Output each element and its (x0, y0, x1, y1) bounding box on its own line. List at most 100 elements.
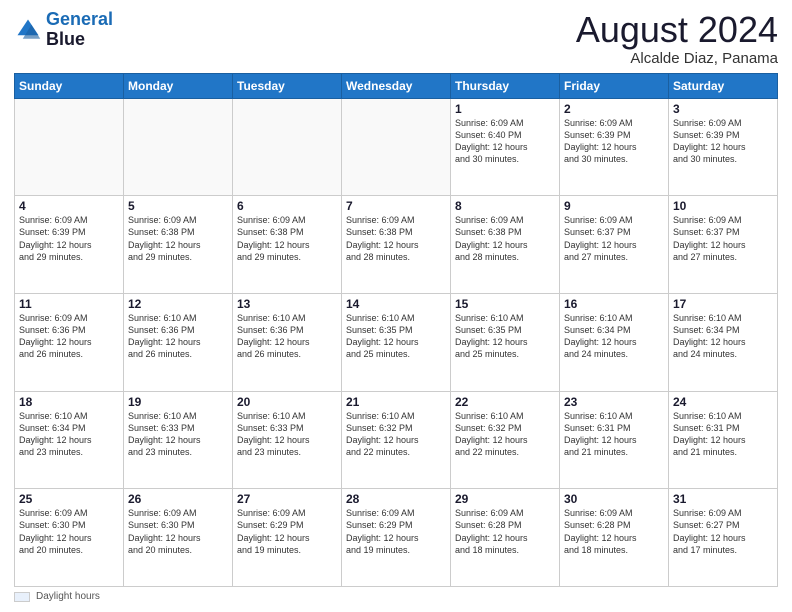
day-info: Sunrise: 6:09 AM Sunset: 6:38 PM Dayligh… (128, 214, 228, 263)
day-info: Sunrise: 6:10 AM Sunset: 6:35 PM Dayligh… (455, 312, 555, 361)
week-row-2: 11Sunrise: 6:09 AM Sunset: 6:36 PM Dayli… (15, 293, 778, 391)
day-info: Sunrise: 6:10 AM Sunset: 6:34 PM Dayligh… (19, 410, 119, 459)
day-info: Sunrise: 6:09 AM Sunset: 6:38 PM Dayligh… (455, 214, 555, 263)
calendar-cell: 17Sunrise: 6:10 AM Sunset: 6:34 PM Dayli… (669, 293, 778, 391)
col-header-sunday: Sunday (15, 73, 124, 98)
day-number: 24 (673, 395, 773, 409)
calendar-cell: 1Sunrise: 6:09 AM Sunset: 6:40 PM Daylig… (451, 98, 560, 196)
day-info: Sunrise: 6:10 AM Sunset: 6:36 PM Dayligh… (237, 312, 337, 361)
day-info: Sunrise: 6:10 AM Sunset: 6:36 PM Dayligh… (128, 312, 228, 361)
day-number: 11 (19, 297, 119, 311)
day-number: 1 (455, 102, 555, 116)
logo: General Blue (14, 10, 113, 50)
day-number: 7 (346, 199, 446, 213)
day-info: Sunrise: 6:10 AM Sunset: 6:31 PM Dayligh… (673, 410, 773, 459)
page: General Blue August 2024 Alcalde Diaz, P… (0, 0, 792, 612)
calendar-cell: 23Sunrise: 6:10 AM Sunset: 6:31 PM Dayli… (560, 391, 669, 489)
day-number: 21 (346, 395, 446, 409)
calendar-cell: 3Sunrise: 6:09 AM Sunset: 6:39 PM Daylig… (669, 98, 778, 196)
calendar-cell: 18Sunrise: 6:10 AM Sunset: 6:34 PM Dayli… (15, 391, 124, 489)
calendar-cell: 21Sunrise: 6:10 AM Sunset: 6:32 PM Dayli… (342, 391, 451, 489)
calendar-cell: 28Sunrise: 6:09 AM Sunset: 6:29 PM Dayli… (342, 489, 451, 587)
calendar-cell: 22Sunrise: 6:10 AM Sunset: 6:32 PM Dayli… (451, 391, 560, 489)
day-number: 29 (455, 492, 555, 506)
calendar-cell: 25Sunrise: 6:09 AM Sunset: 6:30 PM Dayli… (15, 489, 124, 587)
day-number: 26 (128, 492, 228, 506)
day-number: 28 (346, 492, 446, 506)
day-info: Sunrise: 6:09 AM Sunset: 6:28 PM Dayligh… (564, 507, 664, 556)
day-number: 10 (673, 199, 773, 213)
calendar-cell (233, 98, 342, 196)
logo-icon (14, 16, 42, 44)
day-info: Sunrise: 6:10 AM Sunset: 6:32 PM Dayligh… (346, 410, 446, 459)
day-info: Sunrise: 6:09 AM Sunset: 6:30 PM Dayligh… (19, 507, 119, 556)
day-info: Sunrise: 6:09 AM Sunset: 6:37 PM Dayligh… (564, 214, 664, 263)
day-number: 13 (237, 297, 337, 311)
day-info: Sunrise: 6:10 AM Sunset: 6:31 PM Dayligh… (564, 410, 664, 459)
day-number: 17 (673, 297, 773, 311)
day-number: 12 (128, 297, 228, 311)
col-header-friday: Friday (560, 73, 669, 98)
day-number: 16 (564, 297, 664, 311)
day-info: Sunrise: 6:09 AM Sunset: 6:29 PM Dayligh… (346, 507, 446, 556)
day-info: Sunrise: 6:09 AM Sunset: 6:30 PM Dayligh… (128, 507, 228, 556)
day-number: 15 (455, 297, 555, 311)
day-number: 4 (19, 199, 119, 213)
calendar-table: SundayMondayTuesdayWednesdayThursdayFrid… (14, 73, 778, 587)
week-row-1: 4Sunrise: 6:09 AM Sunset: 6:39 PM Daylig… (15, 196, 778, 294)
calendar-cell: 15Sunrise: 6:10 AM Sunset: 6:35 PM Dayli… (451, 293, 560, 391)
day-number: 14 (346, 297, 446, 311)
calendar-cell: 7Sunrise: 6:09 AM Sunset: 6:38 PM Daylig… (342, 196, 451, 294)
calendar-header-row: SundayMondayTuesdayWednesdayThursdayFrid… (15, 73, 778, 98)
day-info: Sunrise: 6:09 AM Sunset: 6:28 PM Dayligh… (455, 507, 555, 556)
calendar-cell: 8Sunrise: 6:09 AM Sunset: 6:38 PM Daylig… (451, 196, 560, 294)
calendar-cell: 31Sunrise: 6:09 AM Sunset: 6:27 PM Dayli… (669, 489, 778, 587)
day-info: Sunrise: 6:10 AM Sunset: 6:34 PM Dayligh… (673, 312, 773, 361)
col-header-tuesday: Tuesday (233, 73, 342, 98)
day-number: 22 (455, 395, 555, 409)
day-info: Sunrise: 6:10 AM Sunset: 6:35 PM Dayligh… (346, 312, 446, 361)
calendar-cell: 2Sunrise: 6:09 AM Sunset: 6:39 PM Daylig… (560, 98, 669, 196)
day-info: Sunrise: 6:09 AM Sunset: 6:39 PM Dayligh… (673, 117, 773, 166)
day-info: Sunrise: 6:09 AM Sunset: 6:38 PM Dayligh… (346, 214, 446, 263)
calendar-cell: 29Sunrise: 6:09 AM Sunset: 6:28 PM Dayli… (451, 489, 560, 587)
footer: Daylight hours (14, 591, 778, 602)
calendar-cell: 16Sunrise: 6:10 AM Sunset: 6:34 PM Dayli… (560, 293, 669, 391)
calendar-cell (15, 98, 124, 196)
day-info: Sunrise: 6:09 AM Sunset: 6:40 PM Dayligh… (455, 117, 555, 166)
day-number: 30 (564, 492, 664, 506)
calendar-cell: 27Sunrise: 6:09 AM Sunset: 6:29 PM Dayli… (233, 489, 342, 587)
col-header-monday: Monday (124, 73, 233, 98)
logo-text: General Blue (46, 10, 113, 50)
day-info: Sunrise: 6:09 AM Sunset: 6:37 PM Dayligh… (673, 214, 773, 263)
day-number: 25 (19, 492, 119, 506)
day-number: 18 (19, 395, 119, 409)
col-header-thursday: Thursday (451, 73, 560, 98)
calendar-cell: 24Sunrise: 6:10 AM Sunset: 6:31 PM Dayli… (669, 391, 778, 489)
day-info: Sunrise: 6:09 AM Sunset: 6:38 PM Dayligh… (237, 214, 337, 263)
day-number: 9 (564, 199, 664, 213)
calendar-cell: 11Sunrise: 6:09 AM Sunset: 6:36 PM Dayli… (15, 293, 124, 391)
week-row-0: 1Sunrise: 6:09 AM Sunset: 6:40 PM Daylig… (15, 98, 778, 196)
week-row-4: 25Sunrise: 6:09 AM Sunset: 6:30 PM Dayli… (15, 489, 778, 587)
day-info: Sunrise: 6:10 AM Sunset: 6:33 PM Dayligh… (237, 410, 337, 459)
day-info: Sunrise: 6:09 AM Sunset: 6:39 PM Dayligh… (19, 214, 119, 263)
legend-box (14, 592, 30, 602)
calendar-cell: 13Sunrise: 6:10 AM Sunset: 6:36 PM Dayli… (233, 293, 342, 391)
col-header-wednesday: Wednesday (342, 73, 451, 98)
day-info: Sunrise: 6:10 AM Sunset: 6:33 PM Dayligh… (128, 410, 228, 459)
legend-label: Daylight hours (36, 591, 100, 602)
calendar-cell: 26Sunrise: 6:09 AM Sunset: 6:30 PM Dayli… (124, 489, 233, 587)
day-info: Sunrise: 6:09 AM Sunset: 6:27 PM Dayligh… (673, 507, 773, 556)
subtitle: Alcalde Diaz, Panama (576, 50, 778, 67)
header: General Blue August 2024 Alcalde Diaz, P… (14, 10, 778, 67)
calendar-cell (124, 98, 233, 196)
day-number: 23 (564, 395, 664, 409)
day-number: 31 (673, 492, 773, 506)
calendar-cell: 9Sunrise: 6:09 AM Sunset: 6:37 PM Daylig… (560, 196, 669, 294)
calendar-cell: 12Sunrise: 6:10 AM Sunset: 6:36 PM Dayli… (124, 293, 233, 391)
calendar-cell: 20Sunrise: 6:10 AM Sunset: 6:33 PM Dayli… (233, 391, 342, 489)
day-number: 6 (237, 199, 337, 213)
day-info: Sunrise: 6:10 AM Sunset: 6:32 PM Dayligh… (455, 410, 555, 459)
day-number: 5 (128, 199, 228, 213)
